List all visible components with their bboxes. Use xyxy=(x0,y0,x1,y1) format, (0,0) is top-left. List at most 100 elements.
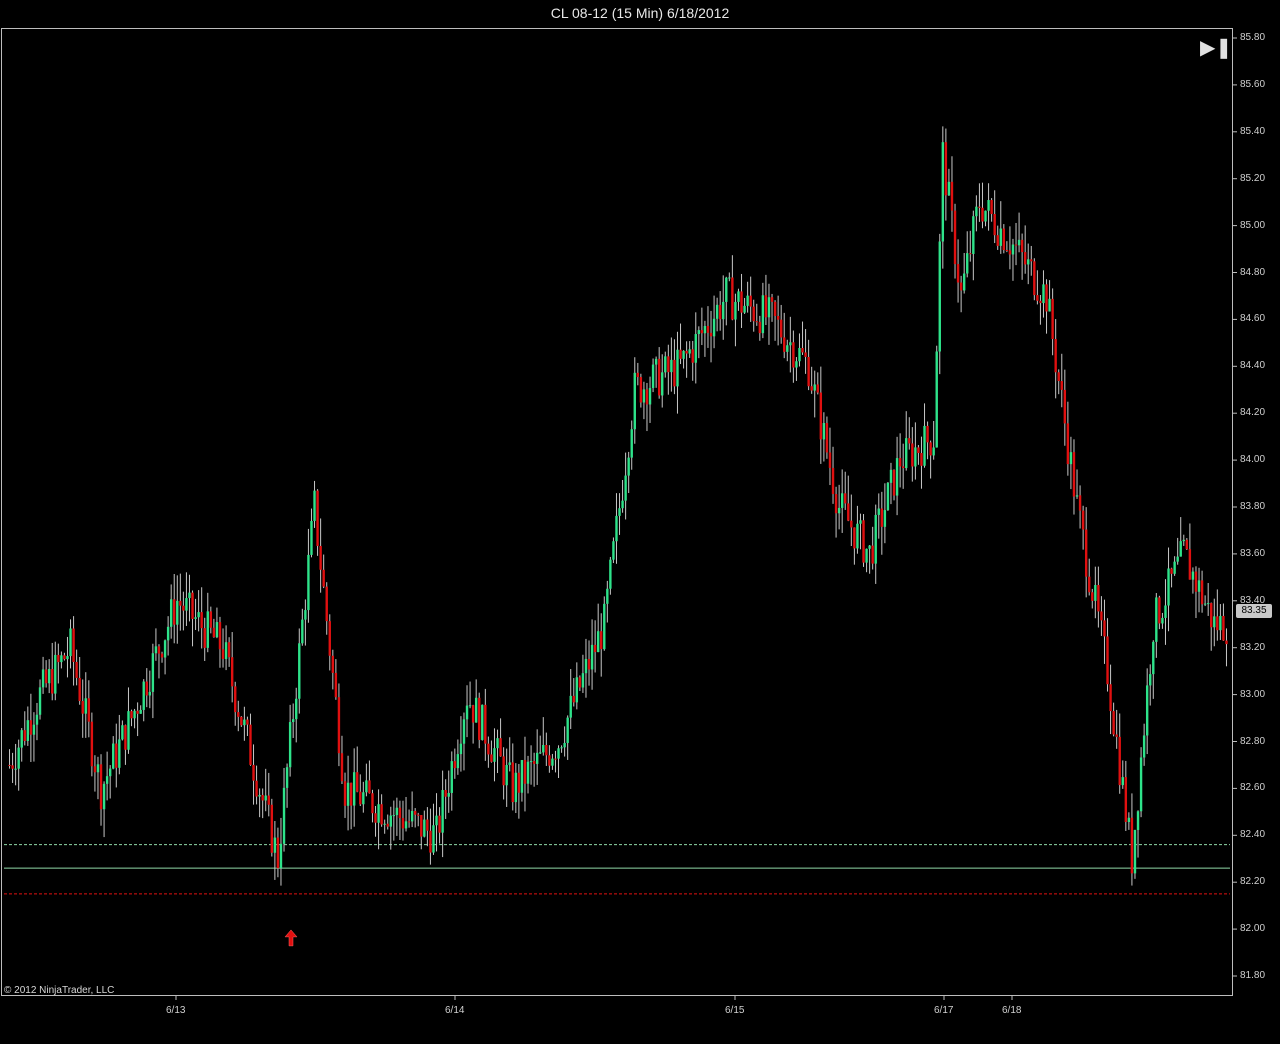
candle-body xyxy=(801,347,804,353)
candle-body xyxy=(1063,389,1067,424)
candlestick-chart xyxy=(4,37,1237,1000)
y-tick-label: 84.60 xyxy=(1240,313,1266,325)
candle-body xyxy=(490,754,493,762)
candle-body xyxy=(789,342,792,346)
candle-body xyxy=(572,695,575,703)
candle-body xyxy=(1054,339,1057,373)
candle-body xyxy=(313,490,316,521)
candle-body xyxy=(179,600,182,606)
candle-body xyxy=(752,306,755,322)
candle-body xyxy=(291,719,295,723)
y-tick-label: 81.80 xyxy=(1240,970,1266,981)
candle-body xyxy=(1005,249,1009,251)
candle-body xyxy=(230,657,234,687)
y-tick-label: 82.80 xyxy=(1240,735,1266,747)
candle-body xyxy=(880,508,884,527)
candle-body xyxy=(157,646,161,654)
candle-body xyxy=(1130,817,1134,874)
candle-body xyxy=(459,743,463,755)
candle-body xyxy=(603,603,606,650)
candle-body xyxy=(615,515,618,542)
candle-body xyxy=(545,745,548,756)
candle-body xyxy=(1081,510,1085,530)
candle-body xyxy=(130,711,133,719)
candle-body xyxy=(99,764,103,810)
candle-body xyxy=(57,654,60,663)
candle-body xyxy=(892,469,896,496)
candle-body xyxy=(285,767,289,788)
candle-body xyxy=(417,814,420,816)
candle-body xyxy=(197,612,200,618)
candle-body xyxy=(151,653,155,692)
candle-body xyxy=(398,807,402,819)
candle-body xyxy=(850,520,853,528)
candle-body xyxy=(584,658,588,674)
candle-body xyxy=(938,241,941,352)
candle-body xyxy=(868,545,871,549)
candle-body xyxy=(593,644,597,653)
candle-body xyxy=(1142,735,1146,758)
candle-body xyxy=(798,347,801,362)
candle-body xyxy=(478,697,481,740)
candle-body xyxy=(676,349,679,387)
y-tick-label: 85.00 xyxy=(1240,219,1266,231)
candle-body xyxy=(1136,811,1140,830)
candle-body xyxy=(847,503,850,521)
candle-body xyxy=(1011,244,1015,255)
candle-body xyxy=(734,301,737,320)
candle-body xyxy=(944,142,948,196)
candle-body xyxy=(932,447,935,456)
candle-body xyxy=(1069,452,1073,465)
candle-body xyxy=(703,325,707,334)
candle-body xyxy=(26,720,30,741)
candle-body xyxy=(844,493,847,504)
candle-body xyxy=(917,447,920,454)
candle-body xyxy=(374,813,377,823)
candle-body xyxy=(673,359,676,387)
candle-body xyxy=(1042,284,1045,304)
candle-body xyxy=(1030,259,1033,262)
candle-body xyxy=(279,843,283,869)
candle-body xyxy=(520,760,524,793)
candle-body xyxy=(1100,611,1103,621)
candle-body xyxy=(1194,571,1198,592)
candle-body xyxy=(401,818,405,829)
candle-body xyxy=(282,787,286,844)
candle-body xyxy=(755,321,758,323)
candle-body xyxy=(871,545,874,564)
candle-body xyxy=(502,756,505,786)
candle-body xyxy=(438,815,441,833)
candle-body xyxy=(606,588,609,604)
candle-body xyxy=(368,780,371,794)
candle-body xyxy=(14,768,17,770)
candle-body xyxy=(1097,585,1100,612)
candle-body xyxy=(1091,592,1094,601)
candle-body xyxy=(1170,568,1173,574)
candle-body xyxy=(1109,684,1112,712)
candle-body xyxy=(664,356,667,373)
candle-body xyxy=(920,453,923,466)
candle-body xyxy=(654,358,658,365)
candle-body xyxy=(953,210,957,265)
candle-body xyxy=(493,748,496,762)
candle-body xyxy=(392,815,396,817)
candle-body xyxy=(316,490,319,546)
candle-body xyxy=(218,622,222,650)
y-tick-label: 82.60 xyxy=(1240,782,1266,794)
candle-body xyxy=(575,677,579,703)
candle-body xyxy=(1219,615,1222,631)
candle-body xyxy=(810,386,813,391)
candle-body xyxy=(969,253,972,255)
candle-body xyxy=(828,452,832,468)
candle-body xyxy=(661,372,664,396)
candle-body xyxy=(926,425,929,443)
candle-body xyxy=(697,330,701,335)
candle-body xyxy=(435,815,438,826)
candle-body xyxy=(413,810,417,815)
candle-body xyxy=(75,661,78,678)
candle-body xyxy=(712,318,716,337)
candle-body xyxy=(426,819,429,831)
candle-body xyxy=(609,559,612,589)
candle-body xyxy=(706,325,710,333)
candle-body xyxy=(935,351,938,448)
